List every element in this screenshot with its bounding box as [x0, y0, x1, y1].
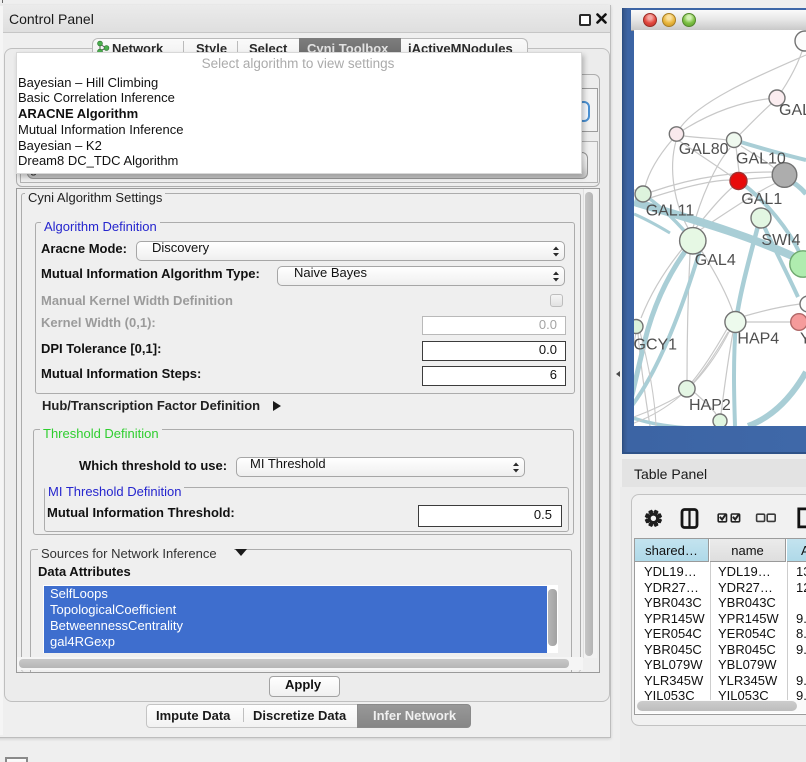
svg-text:GAL4: GAL4: [695, 252, 736, 269]
svg-text:YM: YM: [800, 330, 806, 347]
svg-text:HAP2: HAP2: [689, 397, 731, 414]
svg-text:GCY1: GCY1: [634, 336, 677, 353]
svg-text:GAL10: GAL10: [736, 151, 786, 168]
svg-text:GAL7: GAL7: [779, 102, 806, 119]
svg-text:HAP4: HAP4: [737, 330, 779, 347]
svg-text:GAL1: GAL1: [741, 191, 782, 208]
svg-text:SWI4: SWI4: [761, 232, 800, 249]
svg-text:GAL80: GAL80: [679, 141, 729, 158]
svg-text:GAL11: GAL11: [646, 203, 695, 220]
